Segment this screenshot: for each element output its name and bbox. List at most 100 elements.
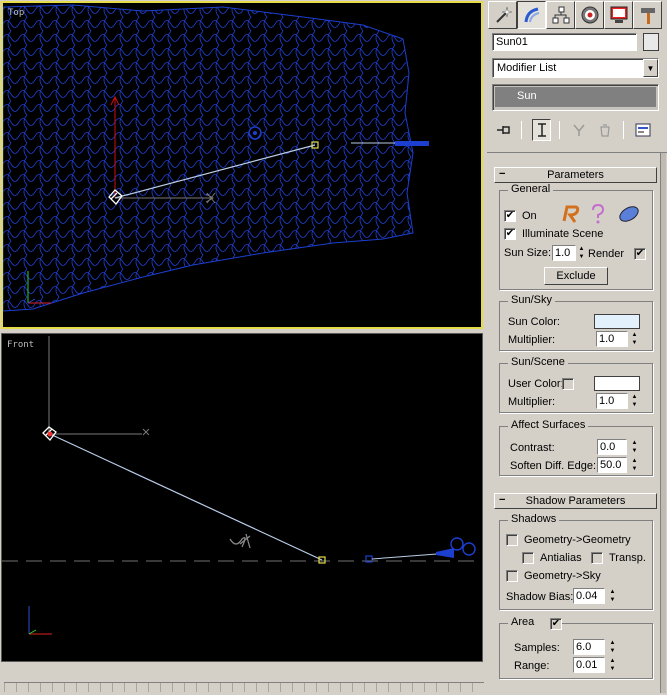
chevron-down-icon[interactable]: ▼ [643, 59, 658, 77]
contrast-arrows[interactable]: ▲ ▼ [630, 439, 639, 455]
sun-sky-multiplier-spinner[interactable]: 1.0 [596, 331, 628, 347]
make-unique-icon[interactable] [570, 119, 588, 141]
remove-modifier-icon[interactable] [596, 119, 614, 141]
sun-direction-line [49, 433, 323, 561]
general-group: General ✔ On ✔ Illuminate Scene Sun Size… [499, 183, 653, 290]
command-panel-tabs [487, 1, 667, 29]
separator [622, 121, 624, 139]
area-title: Area [511, 616, 535, 628]
soften-diff-edge-spinner[interactable]: 50.0 [597, 457, 627, 473]
command-panel: Sun01 Modifier List ▼ Sun − Parameters G… [487, 0, 667, 695]
stack-toolbar [495, 118, 660, 142]
parameters-rollout-header[interactable]: − Parameters [494, 167, 657, 183]
create-tab[interactable] [488, 1, 517, 29]
display-monitor-icon [610, 6, 627, 23]
contrast-spinner[interactable]: 0.0 [597, 439, 627, 455]
render-label: Render [588, 248, 625, 260]
modifier-list-label: Modifier List [497, 62, 557, 74]
affect-surfaces-group: Affect Surfaces Contrast: 0.0 ▲ ▼ Soften … [499, 419, 653, 476]
configure-modifier-sets-icon[interactable] [634, 119, 652, 141]
shadow-bias-arrows[interactable]: ▲ ▼ [608, 588, 617, 604]
object-name-field[interactable]: Sun01 [492, 33, 637, 51]
affect-surfaces-title: Affect Surfaces [508, 419, 589, 431]
sun-sky-title: Sun/Sky [508, 294, 555, 306]
track-bar[interactable] [4, 682, 484, 692]
separator [521, 121, 523, 139]
mental-ray-icon[interactable] [560, 203, 582, 225]
shadows-group: Shadows Geometry->Geometry Antialias Tra… [499, 513, 653, 610]
sun-sky-multiplier-label: Multiplier: [508, 334, 556, 346]
soften-diff-edge-label: Soften Diff. Edge: [510, 460, 597, 472]
modify-tab[interactable] [517, 1, 546, 29]
hierarchy-icon [552, 6, 569, 24]
motion-tab[interactable] [575, 1, 604, 29]
sun-size-spinner[interactable]: 1.0 [552, 245, 576, 261]
shadow-parameters-rollout-header[interactable]: − Shadow Parameters [494, 493, 657, 509]
range-spinner[interactable]: 0.01 [573, 657, 605, 673]
modifier-stack[interactable]: Sun [492, 84, 659, 111]
sun-color-label: Sun Color: [508, 316, 560, 328]
time-slider-bar [0, 665, 488, 695]
render-checkbox[interactable]: ✔ [634, 248, 646, 260]
utilities-tab[interactable] [633, 1, 662, 29]
range-arrows[interactable]: ▲ ▼ [608, 657, 617, 673]
soften-diff-edge-arrows[interactable]: ▲ ▼ [630, 457, 639, 473]
illuminate-scene-checkbox[interactable]: ✔ [504, 228, 516, 240]
create-wand-icon [495, 6, 512, 23]
show-end-result-icon[interactable] [532, 119, 551, 141]
camera-icon [395, 141, 429, 146]
on-label: On [522, 210, 537, 222]
area-checkbox[interactable]: ✔ [550, 618, 562, 630]
samples-label: Samples: [514, 642, 560, 654]
sun-size-spinner-arrows[interactable]: ▲ ▼ [577, 245, 586, 261]
samples-arrows[interactable]: ▲ ▼ [608, 639, 617, 655]
shadow-parameters-title: Shadow Parameters [525, 495, 626, 507]
front-viewport-label[interactable]: Front [7, 340, 34, 350]
display-tab[interactable] [604, 1, 633, 29]
sun-scene-multiplier-arrows[interactable]: ▲ ▼ [630, 393, 639, 409]
general-title: General [508, 183, 554, 195]
stack-item-sun[interactable]: Sun [495, 87, 656, 107]
exclude-button[interactable]: Exclude [544, 267, 608, 285]
transp-checkbox[interactable] [591, 552, 603, 564]
illuminate-scene-label: Illuminate Scene [522, 228, 604, 240]
sun-scene-title: Sun/Scene [508, 356, 568, 368]
motion-icon [581, 6, 598, 24]
panel-scrollbar[interactable] [660, 153, 666, 693]
contrast-label: Contrast: [510, 442, 555, 454]
user-color-checkbox[interactable] [562, 378, 574, 390]
sun-size-label: Sun Size: [504, 247, 552, 259]
front-viewport-scene [2, 336, 482, 635]
sun-scene-multiplier-spinner[interactable]: 1.0 [596, 393, 628, 409]
camera-icon [450, 537, 464, 551]
shadow-bias-label: Shadow Bias: [506, 591, 574, 603]
antialias-label: Antialias [540, 552, 582, 564]
top-viewport[interactable]: Top [1, 1, 483, 329]
on-checkbox[interactable]: ✔ [504, 210, 516, 222]
geometry-geometry-label: Geometry->Geometry [524, 534, 631, 546]
utilities-hammer-icon [640, 8, 655, 24]
sun-sky-multiplier-arrows[interactable]: ▲ ▼ [630, 331, 639, 347]
top-viewport-label[interactable]: Top [8, 8, 24, 18]
geometry-geometry-checkbox[interactable] [506, 534, 518, 546]
range-label: Range: [514, 660, 550, 672]
hierarchy-tab[interactable] [546, 1, 575, 29]
front-viewport[interactable]: Front [1, 333, 483, 662]
sun-color-swatch[interactable] [594, 314, 640, 329]
top-viewport-scene [3, 4, 429, 312]
antialias-checkbox[interactable] [522, 552, 534, 564]
collapse-icon: − [499, 494, 506, 506]
shadow-bias-spinner[interactable]: 0.04 [573, 588, 605, 604]
transp-label: Transp. [609, 552, 646, 564]
help-question-icon[interactable] [590, 204, 606, 224]
separator [559, 121, 560, 139]
geometry-sky-checkbox[interactable] [506, 570, 518, 582]
parameters-title: Parameters [547, 169, 604, 181]
pin-stack-icon[interactable] [495, 119, 513, 141]
modifier-list-dropdown[interactable]: Modifier List ▼ [492, 58, 659, 78]
compass-icon [229, 533, 251, 549]
samples-spinner[interactable]: 6.0 [573, 639, 605, 655]
photometric-disc-icon[interactable] [618, 204, 640, 224]
object-color-swatch[interactable] [643, 33, 659, 51]
user-color-swatch[interactable] [594, 376, 640, 391]
